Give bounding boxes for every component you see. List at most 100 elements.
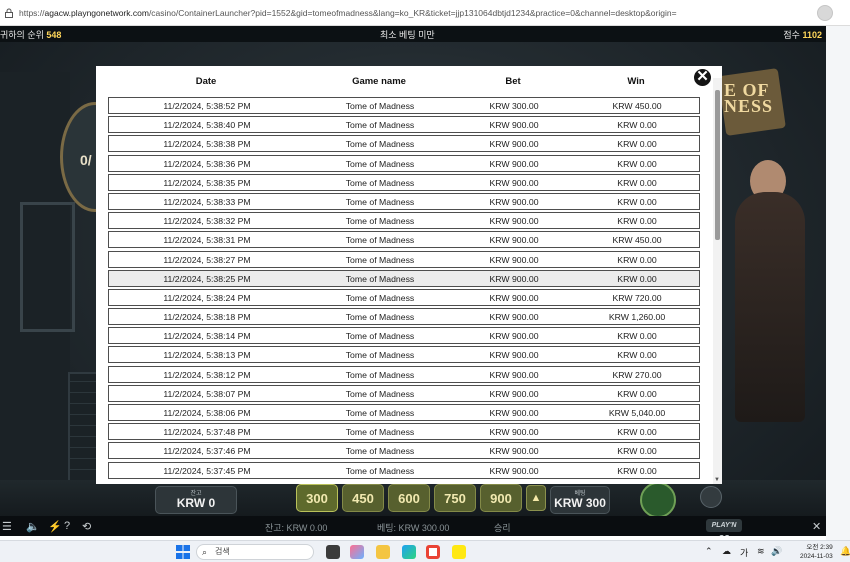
history-row[interactable]: 11/2/2024, 5:37:46 PM Tome of Madness KRW … xyxy=(108,442,700,460)
row-date: 11/2/2024, 5:38:06 PM xyxy=(163,408,251,418)
row-win: KRW 0.00 xyxy=(617,388,657,399)
history-modal: Date Game name Bet Win 11/2/2024, 5:38:5… xyxy=(96,66,722,484)
tray-app-icon[interactable]: ☁ xyxy=(722,546,731,557)
history-row[interactable]: 11/2/2024, 5:37:48 PM Tome of Madness KRW … xyxy=(108,423,700,441)
row-bet: KRW 900.00 xyxy=(489,465,539,476)
history-row[interactable]: 11/2/2024, 5:38:40 PM Tome of Madness KRW … xyxy=(108,116,700,134)
row-date: 11/2/2024, 5:38:13 PM xyxy=(163,350,251,361)
close-icon[interactable]: ✕ xyxy=(692,67,713,88)
history-row[interactable]: 11/2/2024, 5:38:38 PM Tome of Madness KRW … xyxy=(108,135,700,153)
row-win: KRW 0.00 xyxy=(617,196,657,207)
row-game-name: Tome of Madness xyxy=(345,369,415,380)
history-row[interactable]: 11/2/2024, 5:38:25 PM Tome of Madness KRW … xyxy=(108,269,700,287)
history-scrollbar[interactable]: ▼ xyxy=(713,78,722,484)
taskbar-search[interactable]: ⌕ 검색 xyxy=(196,544,314,560)
status-bet: 베팅: KRW 300.00 xyxy=(377,523,450,533)
tray-chevron-icon[interactable]: ⌃ xyxy=(705,546,713,557)
bet-option-600[interactable]: 600 xyxy=(388,484,430,512)
scrollbar-thumb[interactable] xyxy=(715,90,720,240)
row-game-name: Tome of Madness xyxy=(345,273,415,284)
row-game-name: Tome of Madness xyxy=(345,350,415,361)
history-row[interactable]: 11/2/2024, 5:38:31 PM Tome of Madness KRW … xyxy=(108,231,700,249)
history-row[interactable]: 11/2/2024, 5:38:06 PM Tome of Madness KRW … xyxy=(108,404,700,421)
menu-icon[interactable]: ☰ xyxy=(2,520,12,533)
wifi-icon[interactable]: ≋ xyxy=(757,546,765,557)
windows-icon[interactable] xyxy=(176,545,190,559)
row-date: 11/2/2024, 5:38:27 PM xyxy=(163,254,251,265)
notification-bell-icon[interactable]: 🔔 xyxy=(840,546,850,557)
game-status-bar: ☰ 🔈 ⚡ ? ⟲ 잔고: KRW 0.00 베팅: KRW 300.00 승리… xyxy=(0,516,826,536)
row-date: 11/2/2024, 5:38:38 PM xyxy=(163,139,251,150)
file-explorer-icon[interactable] xyxy=(376,545,390,559)
row-game-name: Tome of Madness xyxy=(345,312,415,323)
autoplay-button[interactable] xyxy=(700,486,722,508)
history-table-body: 11/2/2024, 5:38:52 PM Tome of Madness KRW … xyxy=(108,97,700,481)
bet-option-900[interactable]: 900 xyxy=(480,484,522,512)
row-win: KRW 0.00 xyxy=(617,139,657,150)
row-win: KRW 0.00 xyxy=(617,446,657,457)
bet-option-750[interactable]: 750 xyxy=(434,484,476,512)
row-win: KRW 0.00 xyxy=(617,427,657,438)
history-row[interactable]: 11/2/2024, 5:38:36 PM Tome of Madness KRW … xyxy=(108,154,700,172)
row-bet: KRW 900.00 xyxy=(489,196,539,207)
sound-icon[interactable]: 🔈 xyxy=(26,520,40,533)
row-game-name: Tome of Madness xyxy=(345,120,415,131)
taskbar-clock[interactable]: 오전 2:39 2024-11-03 xyxy=(800,543,833,561)
task-view-icon[interactable] xyxy=(326,545,340,559)
spin-button[interactable] xyxy=(640,482,676,518)
row-date: 11/2/2024, 5:38:40 PM xyxy=(163,120,251,131)
row-date: 11/2/2024, 5:37:46 PM xyxy=(163,446,251,457)
url-text[interactable]: https://agacw.playngonetwork.com/casino/… xyxy=(19,8,677,18)
provider-logo: PLAY'N GO xyxy=(706,519,742,536)
row-win: KRW 720.00 xyxy=(612,292,662,303)
history-icon[interactable]: ⟲ xyxy=(82,520,91,533)
scroll-down-arrow[interactable]: ▼ xyxy=(714,477,720,483)
row-bet: KRW 300.00 xyxy=(489,101,539,111)
row-win: KRW 0.00 xyxy=(617,331,657,342)
history-row[interactable]: 11/2/2024, 5:38:33 PM Tome of Madness KRW … xyxy=(108,192,700,210)
row-bet: KRW 900.00 xyxy=(489,388,539,399)
status-balance: 잔고: KRW 0.00 xyxy=(265,523,328,533)
row-bet: KRW 900.00 xyxy=(489,216,539,227)
refresh-icon[interactable] xyxy=(817,5,833,21)
volume-icon[interactable]: 🔊 xyxy=(771,546,782,557)
chrome-icon[interactable] xyxy=(426,545,440,559)
row-game-name: Tome of Madness xyxy=(345,254,415,265)
lock-icon xyxy=(5,8,13,18)
history-row[interactable]: 11/2/2024, 5:38:35 PM Tome of Madness KRW … xyxy=(108,173,700,191)
row-game-name: Tome of Madness xyxy=(345,465,415,476)
history-row[interactable]: 11/2/2024, 5:38:07 PM Tome of Madness KRW … xyxy=(108,384,700,402)
history-row[interactable]: 11/2/2024, 5:38:32 PM Tome of Madness KRW … xyxy=(108,212,700,230)
exit-icon[interactable]: ✕ xyxy=(812,520,821,533)
bet-option-450[interactable]: 450 xyxy=(342,484,384,512)
history-row[interactable]: 11/2/2024, 5:37:45 PM Tome of Madness KRW … xyxy=(108,461,700,479)
row-win: KRW 450.00 xyxy=(612,235,662,246)
row-game-name: Tome of Madness xyxy=(345,388,415,399)
row-bet: KRW 900.00 xyxy=(489,177,539,188)
header-win: Win xyxy=(627,76,645,87)
row-bet: KRW 900.00 xyxy=(489,158,539,169)
edge-icon[interactable] xyxy=(402,545,416,559)
help-icon[interactable]: ? xyxy=(64,520,70,532)
row-game-name: Tome of Madness xyxy=(345,216,415,227)
history-row[interactable]: 11/2/2024, 5:38:13 PM Tome of Madness KRW … xyxy=(108,346,700,364)
row-win: KRW 0.00 xyxy=(617,120,657,131)
copilot-icon[interactable] xyxy=(350,545,364,559)
row-bet: KRW 900.00 xyxy=(489,254,539,265)
bet-option-300[interactable]: 300 xyxy=(296,484,338,512)
history-row[interactable]: 11/2/2024, 5:38:27 PM Tome of Madness KRW … xyxy=(108,250,700,268)
kakaotalk-icon[interactable] xyxy=(452,545,466,559)
turbo-icon[interactable]: ⚡ xyxy=(48,520,62,533)
history-row[interactable]: 11/2/2024, 5:38:24 PM Tome of Madness KRW … xyxy=(108,288,700,306)
row-game-name: Tome of Madness xyxy=(345,139,415,150)
row-date: 11/2/2024, 5:38:52 PM xyxy=(163,101,251,111)
history-row[interactable]: 11/2/2024, 5:38:52 PM Tome of Madness KRW … xyxy=(108,97,700,114)
history-row[interactable]: 11/2/2024, 5:38:12 PM Tome of Madness KRW … xyxy=(108,365,700,383)
bet-increase-button[interactable]: ▲ xyxy=(526,485,546,511)
browser-side-strip xyxy=(826,26,850,540)
ime-label[interactable]: 가 xyxy=(740,546,748,559)
score-value: 1102 xyxy=(802,30,822,40)
history-row[interactable]: 11/2/2024, 5:38:18 PM Tome of Madness KRW … xyxy=(108,308,700,326)
history-row[interactable]: 11/2/2024, 5:38:14 PM Tome of Madness KRW … xyxy=(108,327,700,345)
header-date: Date xyxy=(195,76,217,87)
